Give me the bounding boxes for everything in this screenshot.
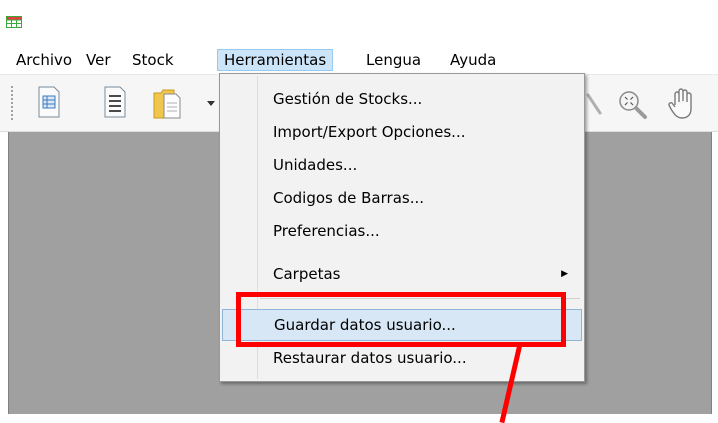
menu-stock[interactable]: Stock: [126, 49, 180, 71]
menu-item-codigos-barras[interactable]: Codigos de Barras...: [222, 182, 582, 214]
menu-bar: Archivo Ver Stock Herramientas Lengua Ay…: [0, 46, 718, 75]
list-document-icon[interactable]: [102, 85, 128, 119]
menu-ver[interactable]: Ver: [80, 49, 117, 71]
zoom-icon[interactable]: [586, 93, 604, 119]
menu-archivo[interactable]: Archivo: [10, 49, 78, 71]
folder-document-icon[interactable]: [152, 85, 186, 121]
annotation-highlight-box: [236, 292, 566, 347]
dropdown-arrow-icon[interactable]: [207, 101, 215, 107]
submenu-arrow-icon: ▶: [561, 269, 568, 279]
title-bar: [0, 0, 718, 46]
menu-item-preferencias[interactable]: Preferencias...: [222, 215, 582, 247]
toolbar-grip[interactable]: [10, 85, 14, 121]
hand-pan-icon[interactable]: [667, 85, 699, 121]
zoom-fit-icon[interactable]: [617, 89, 651, 121]
menu-ayuda[interactable]: Ayuda: [444, 49, 502, 71]
grid-document-icon[interactable]: [36, 85, 62, 119]
menu-item-carpetas-label: Carpetas: [273, 265, 341, 283]
menu-herramientas[interactable]: Herramientas: [217, 49, 334, 71]
menu-item-unidades[interactable]: Unidades...: [222, 149, 582, 181]
menu-item-carpetas[interactable]: Carpetas ▶: [222, 258, 582, 290]
app-icon: [6, 16, 22, 28]
menu-lengua[interactable]: Lengua: [360, 49, 427, 71]
menu-item-gestion-stocks[interactable]: Gestión de Stocks...: [222, 83, 582, 115]
menu-item-import-export[interactable]: Import/Export Opciones...: [222, 116, 582, 148]
